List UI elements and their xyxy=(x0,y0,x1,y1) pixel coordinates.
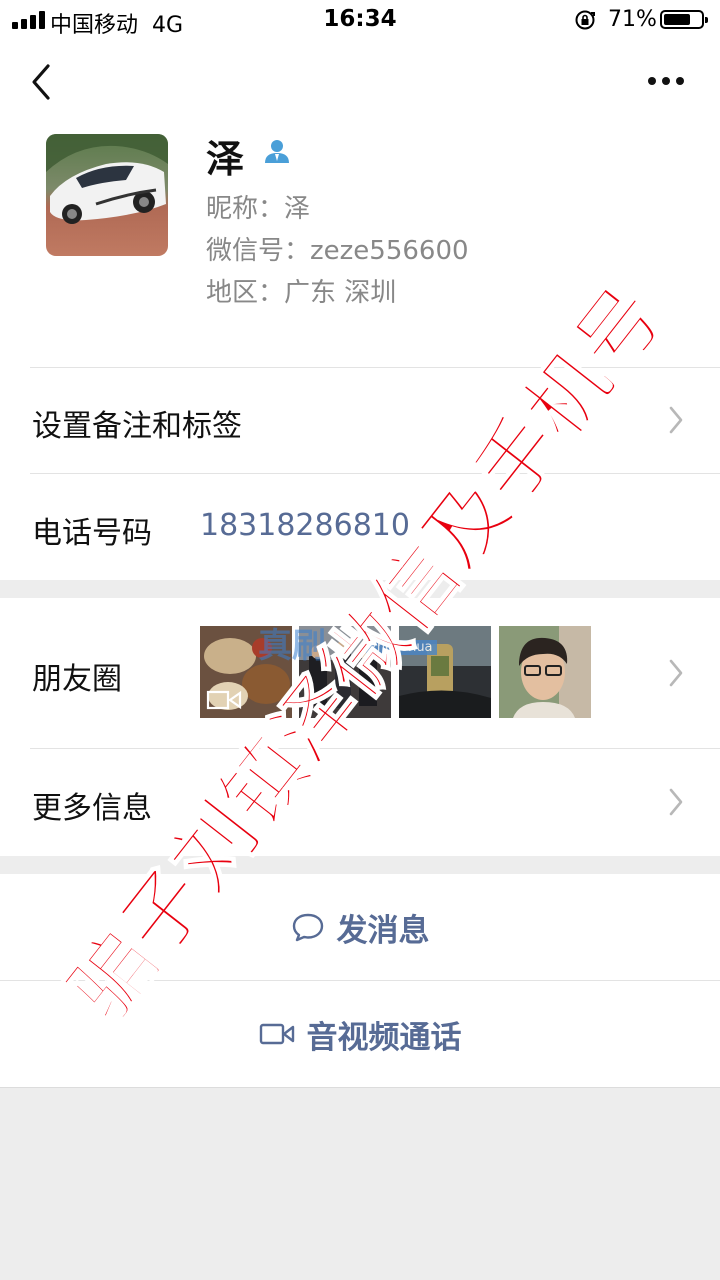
contact-name: 泽 xyxy=(206,137,245,181)
battery-icon xyxy=(660,10,708,29)
wechat-id-line: 微信号：zeze556600 xyxy=(206,236,469,266)
video-camera-icon xyxy=(259,1023,294,1045)
chevron-right-icon xyxy=(669,788,683,816)
remark-tags-label: 设置备注和标签 xyxy=(32,409,242,444)
avatar[interactable] xyxy=(46,134,168,256)
more-info-row[interactable]: 更多信息 xyxy=(0,749,720,856)
moments-thumbnail-selfie xyxy=(499,626,591,718)
region-line: 地区：广东 深圳 xyxy=(206,278,397,308)
chevron-right-icon xyxy=(669,659,683,687)
phone-label: 电话号码 xyxy=(32,516,152,551)
divider xyxy=(0,1087,720,1088)
battery-percent: 71% xyxy=(608,7,657,32)
contact-person-icon xyxy=(265,140,289,163)
more-info-label: 更多信息 xyxy=(32,791,152,826)
back-button[interactable] xyxy=(24,62,60,102)
chat-bubble-icon xyxy=(292,913,323,942)
nickname-line: 昵称：泽 xyxy=(206,194,311,224)
chevron-right-icon xyxy=(669,406,683,434)
more-options-icon[interactable] xyxy=(640,66,692,96)
status-bar: 中国移动 4G 16:34 71% xyxy=(0,0,720,40)
send-message-label: 发消息 xyxy=(336,912,430,949)
rotation-lock-icon xyxy=(575,10,595,30)
moments-label: 朋友圈 xyxy=(32,662,122,697)
video-call-label: 音视频通话 xyxy=(306,1019,462,1056)
